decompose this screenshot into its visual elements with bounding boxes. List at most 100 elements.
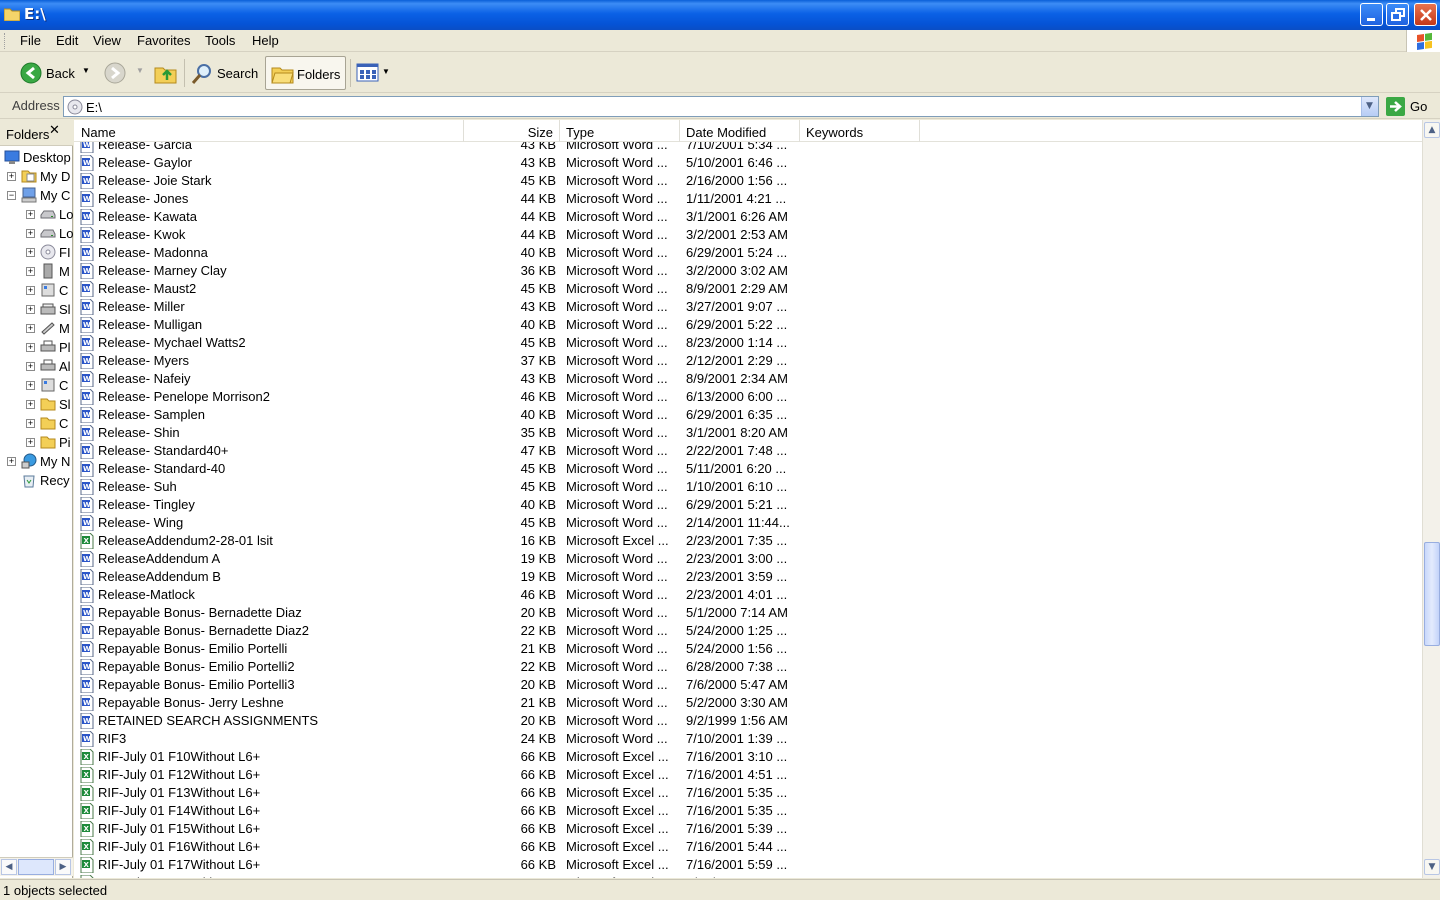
file-row[interactable]: W Release- Penelope Morrison2 46 KB Microso… — [74, 388, 1422, 406]
file-row[interactable]: X RIF-July 01 F18Without L6+ 66 KB Microsof… — [74, 874, 1422, 878]
tree-item[interactable]: + Pl — [0, 339, 73, 358]
file-row[interactable]: X RIF-July 01 F13Without L6+ 66 KB Microsof… — [74, 784, 1422, 802]
file-row[interactable]: W Repayable Bonus- Bernadette Diaz2 22 KB M… — [74, 622, 1422, 640]
file-row[interactable]: W Release- Maust2 45 KB Microsoft Word ... 8… — [74, 280, 1422, 298]
file-row[interactable]: X RIF-July 01 F14Without L6+ 66 KB Microsof… — [74, 802, 1422, 820]
file-row[interactable]: W RIF3 24 KB Microsoft Word ... 7/10/2001 1:… — [74, 730, 1422, 748]
tree-item[interactable]: + Lo — [0, 225, 73, 244]
expand-icon[interactable]: + — [7, 457, 16, 466]
tree-item[interactable]: Recy — [0, 472, 73, 491]
column-name[interactable]: Name — [74, 120, 464, 142]
file-row[interactable]: W Release- Madonna 40 KB Microsoft Word ...… — [74, 244, 1422, 262]
expand-icon[interactable]: + — [26, 343, 35, 352]
expand-icon[interactable]: + — [26, 229, 35, 238]
tree-item[interactable]: + Lo — [0, 206, 73, 225]
tree-item[interactable]: − My C — [0, 187, 73, 206]
forward-button[interactable]: ▼ — [100, 56, 145, 90]
menu-edit[interactable]: Edit — [56, 33, 78, 48]
file-row[interactable]: W RETAINED SEARCH ASSIGNMENTS 20 KB Microso… — [74, 712, 1422, 730]
file-row[interactable]: W Repayable Bonus- Emilio Portelli2 22 KB M… — [74, 658, 1422, 676]
file-row[interactable]: W Repayable Bonus- Jerry Leshne 21 KB Micro… — [74, 694, 1422, 712]
back-dropdown-icon[interactable]: ▼ — [82, 66, 90, 75]
file-row[interactable]: W Release- Jones 44 KB Microsoft Word ... 1/… — [74, 190, 1422, 208]
file-row[interactable]: W Release- Tingley 40 KB Microsoft Word ...… — [74, 496, 1422, 514]
column-date-modified[interactable]: Date Modified — [680, 120, 800, 142]
horizontal-scrollbar[interactable]: ◀ ▶ — [0, 857, 73, 876]
file-row[interactable]: X RIF-July 01 F12Without L6+ 66 KB Microsof… — [74, 766, 1422, 784]
file-row[interactable]: W Release- Suh 45 KB Microsoft Word ... 1/10… — [74, 478, 1422, 496]
expand-icon[interactable]: + — [26, 267, 35, 276]
expand-icon[interactable]: + — [26, 286, 35, 295]
tree-item[interactable]: + FI — [0, 244, 73, 263]
file-row[interactable]: X RIF-July 01 F17Without L6+ 66 KB Microsof… — [74, 856, 1422, 874]
expand-icon[interactable]: + — [26, 248, 35, 257]
file-row[interactable]: W Release- Joie Stark 45 KB Microsoft Word … — [74, 172, 1422, 190]
menu-view[interactable]: View — [93, 33, 121, 48]
column-size[interactable]: Size — [464, 120, 560, 142]
file-row[interactable]: W Repayable Bonus- Emilio Portelli3 20 KB M… — [74, 676, 1422, 694]
file-row[interactable]: X RIF-July 01 F15Without L6+ 66 KB Microsof… — [74, 820, 1422, 838]
file-row[interactable]: W ReleaseAddendum B 19 KB Microsoft Word ..… — [74, 568, 1422, 586]
menu-tools[interactable]: Tools — [205, 33, 235, 48]
collapse-icon[interactable]: − — [7, 191, 16, 200]
scroll-thumb[interactable] — [1424, 542, 1440, 646]
close-button[interactable] — [1414, 3, 1437, 26]
file-row[interactable]: W ReleaseAddendum A 19 KB Microsoft Word ..… — [74, 550, 1422, 568]
tree-item[interactable]: + M — [0, 320, 73, 339]
close-pane-icon[interactable]: ✕ — [49, 123, 60, 138]
file-row[interactable]: W Release-Matlock 46 KB Microsoft Word ... 2… — [74, 586, 1422, 604]
file-row[interactable]: X RIF-July 01 F10Without L6+ 66 KB Microsof… — [74, 748, 1422, 766]
menu-favorites[interactable]: Favorites — [137, 33, 190, 48]
folders-button[interactable]: Folders — [265, 56, 346, 90]
scroll-down-icon[interactable]: ▼ — [1424, 859, 1440, 875]
tree-item[interactable]: + My D — [0, 168, 73, 187]
tree-item[interactable]: + Sl — [0, 396, 73, 415]
menu-help[interactable]: Help — [252, 33, 279, 48]
tree-item[interactable]: + Al — [0, 358, 73, 377]
file-row[interactable]: W Release- Myers 37 KB Microsoft Word ... 2/… — [74, 352, 1422, 370]
address-dropdown-button[interactable]: ▼ — [1361, 97, 1378, 116]
file-row[interactable]: X RIF-July 01 F16Without L6+ 66 KB Microsof… — [74, 838, 1422, 856]
file-row[interactable]: W Release- Kwok 44 KB Microsoft Word ... 3/2… — [74, 226, 1422, 244]
expand-icon[interactable]: + — [26, 400, 35, 409]
back-button[interactable]: Back ▼ — [16, 56, 92, 90]
up-folder-button[interactable] — [152, 56, 180, 90]
tree-item[interactable]: + M — [0, 263, 73, 282]
menu-file[interactable]: File — [20, 33, 41, 48]
column-type[interactable]: Type — [560, 120, 680, 142]
expand-icon[interactable]: + — [26, 362, 35, 371]
minimize-button[interactable] — [1360, 3, 1383, 26]
file-row[interactable]: X ReleaseAddendum2-28-01 lsit 16 KB Microso… — [74, 532, 1422, 550]
scroll-left-icon[interactable]: ◀ — [1, 859, 17, 875]
forward-dropdown-icon[interactable]: ▼ — [136, 66, 144, 75]
file-row[interactable]: W Release- Kawata 44 KB Microsoft Word ... 3… — [74, 208, 1422, 226]
expand-icon[interactable]: + — [26, 381, 35, 390]
file-row[interactable]: W Release- Samplen 40 KB Microsoft Word ...… — [74, 406, 1422, 424]
file-row[interactable]: W Release- Shin 35 KB Microsoft Word ... 3/1… — [74, 424, 1422, 442]
file-row[interactable]: W Release- Mulligan 40 KB Microsoft Word ..… — [74, 316, 1422, 334]
scroll-thumb[interactable] — [18, 859, 54, 875]
file-row[interactable]: W Release- Standard40+ 47 KB Microsoft Word… — [74, 442, 1422, 460]
expand-icon[interactable]: + — [26, 324, 35, 333]
expand-icon[interactable]: + — [26, 419, 35, 428]
title-bar[interactable]: E:\ — [0, 0, 1440, 30]
tree-item[interactable]: + C — [0, 282, 73, 301]
expand-icon[interactable]: + — [26, 305, 35, 314]
views-button[interactable]: ▼ — [354, 56, 392, 90]
search-button[interactable]: Search — [188, 56, 260, 90]
file-row[interactable]: W Release- Garcia 43 KB Microsoft Word ... 7… — [74, 142, 1422, 154]
expand-icon[interactable]: + — [7, 172, 16, 181]
column-keywords[interactable]: Keywords — [800, 120, 920, 142]
expand-icon[interactable]: + — [26, 210, 35, 219]
expand-icon[interactable]: + — [26, 438, 35, 447]
tree-item[interactable]: + My N — [0, 453, 73, 472]
file-row[interactable]: W Repayable Bonus- Emilio Portelli 21 KB Mi… — [74, 640, 1422, 658]
go-button[interactable]: Go — [1384, 96, 1436, 117]
restore-button[interactable] — [1386, 3, 1409, 26]
tree-item[interactable]: + C — [0, 377, 73, 396]
tree-item[interactable]: + Sl — [0, 301, 73, 320]
file-row[interactable]: W Release- Nafeiy 43 KB Microsoft Word ... 8… — [74, 370, 1422, 388]
file-row[interactable]: W Release- Miller 43 KB Microsoft Word ... 3… — [74, 298, 1422, 316]
file-row[interactable]: W Release- Gaylor 43 KB Microsoft Word ... 5… — [74, 154, 1422, 172]
file-row[interactable]: W Release- Mychael Watts2 45 KB Microsoft W… — [74, 334, 1422, 352]
